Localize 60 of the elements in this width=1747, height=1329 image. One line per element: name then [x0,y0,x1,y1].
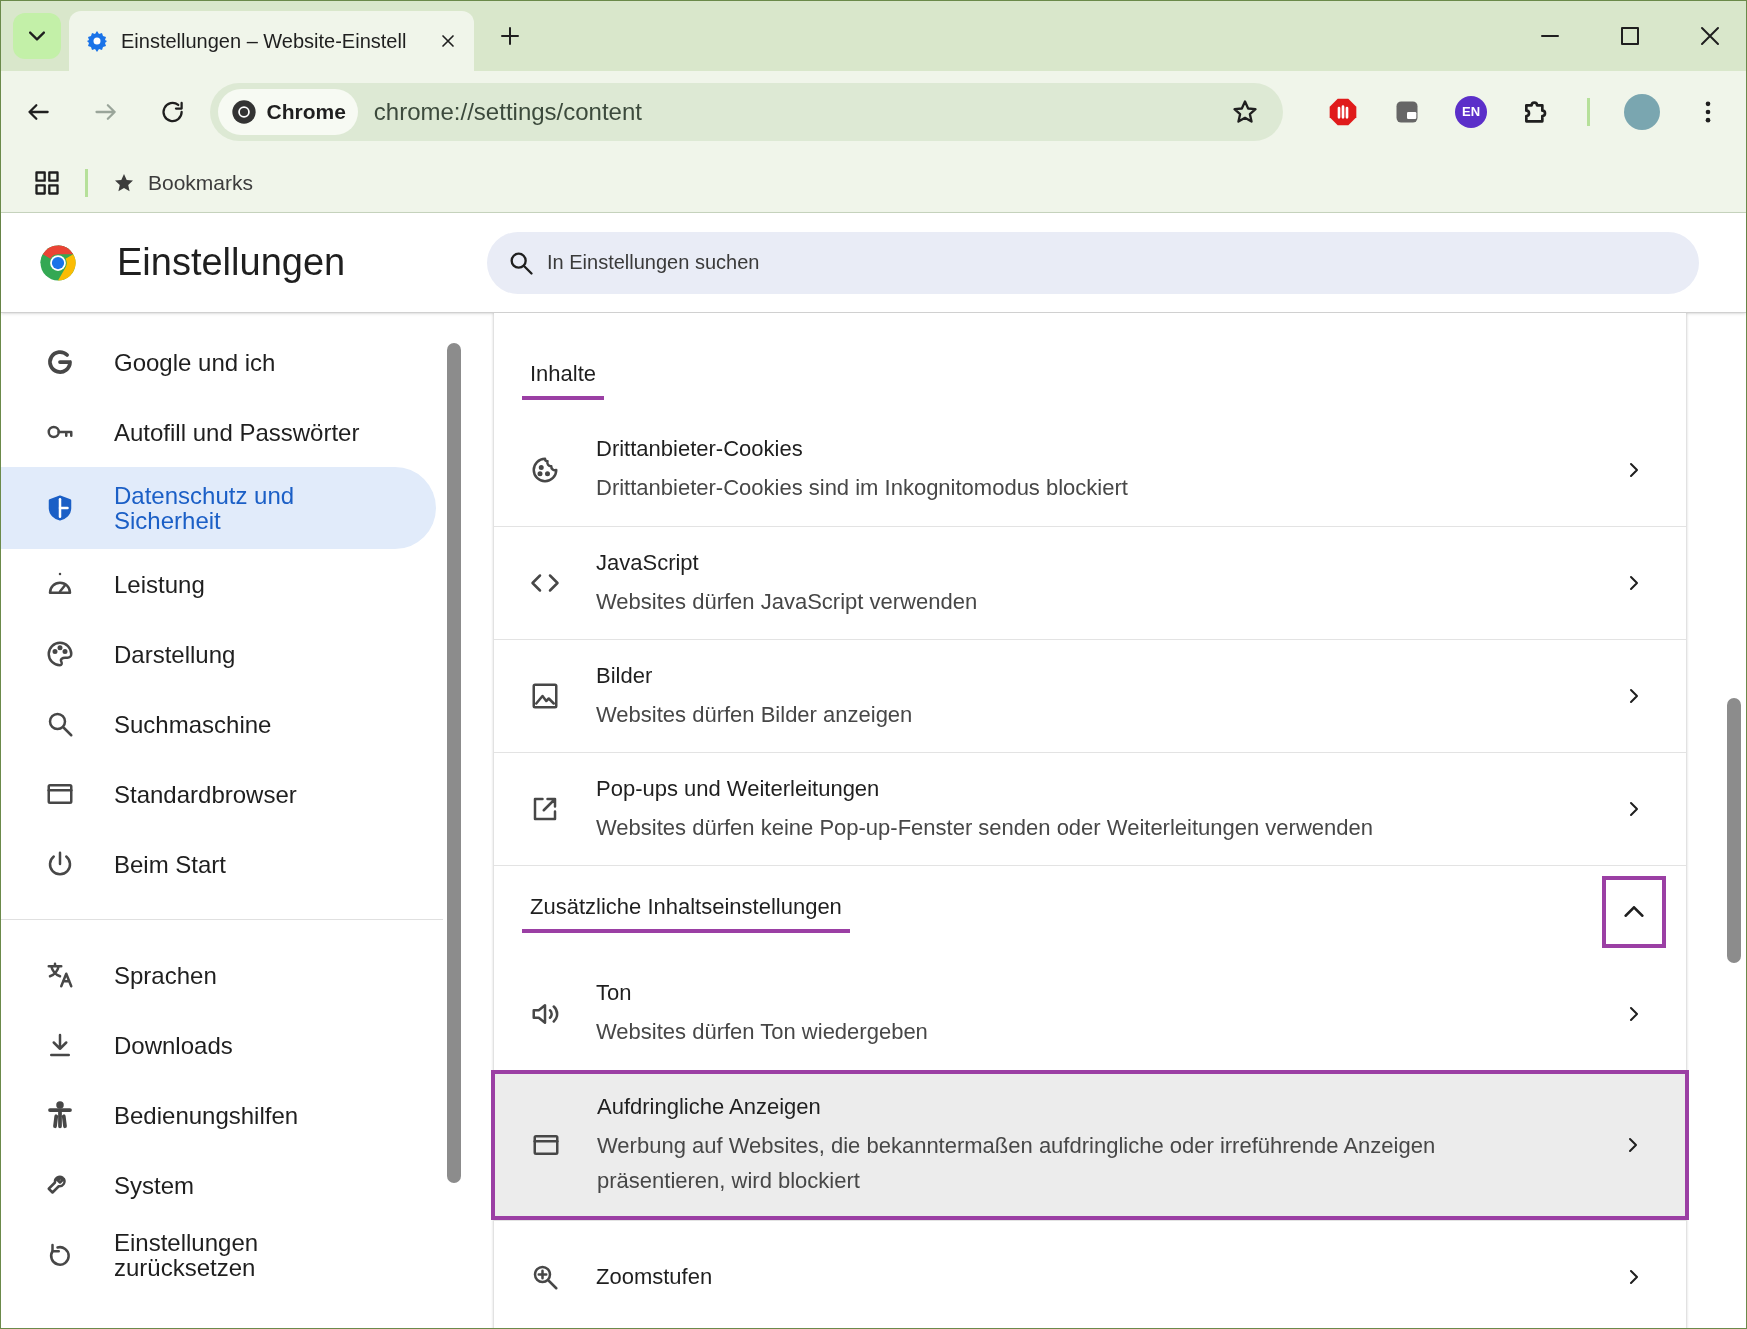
settings-row[interactable]: Zoomstufen [494,1220,1686,1328]
sidebar-item[interactable]: System [1,1150,436,1220]
sidebar-item[interactable]: Downloads [1,1010,436,1080]
setting-title: Drittanbieter-Cookies [596,435,804,463]
new-tab-icon[interactable] [498,24,522,48]
setting-description: Websites dürfen Bilder anzeigen [596,700,914,729]
section-heading: Inhalte [522,356,605,400]
collapse-button[interactable] [1602,875,1666,948]
chevron-icon [1624,906,1644,917]
settings-row[interactable]: Ton Websites dürfen Ton wiedergeben [494,957,1686,1070]
setting-title: Aufdringliche Anzeigen [597,1093,822,1121]
chrome-logo-icon [230,98,259,126]
setting-title: Pop-ups und Weiterleitungen [596,774,881,803]
sidebar-item[interactable]: Sprachen [1,940,436,1010]
setting-title: Bilder [596,661,654,690]
setting-description: Websites dürfen JavaScript verwenden [596,587,979,616]
sidebar-item[interactable]: Autofill und Passwörter [1,397,436,467]
settings-row[interactable]: Pop-ups und Weiterleitungen Websites dürfen keine Pop-up-Fenster senden oder Weiterleitungen verwenden [494,752,1686,865]
palette-icon [45,639,75,669]
language-extension-button[interactable]: EN [1455,96,1487,128]
sidebar-item[interactable]: Suchmaschine [1,689,436,759]
sidebar-item[interactable]: Datenschutz und Sicherheit [1,467,436,549]
browser-tab[interactable]: Einstellungen – Website-Einstell [69,11,474,71]
accessibility-person-icon [45,1100,75,1130]
sidebar-item[interactable]: Einstellungen zurücksetzen [1,1220,436,1290]
close-icon[interactable] [1698,24,1722,48]
sidebar-item[interactable]: Standardbrowser [1,759,436,829]
page-title: Einstellungen [117,240,347,285]
apps-grid-icon[interactable] [33,168,61,197]
settings-row[interactable]: Aufdringliche Anzeigen Werbung auf Websites, die bekanntermaßen aufdringliche oder irreführende Anzeigen präsentieren, wird blockiert [491,1070,1689,1220]
setting-title: JavaScript [596,548,700,577]
sidebar-item[interactable]: Beim Start [1,829,436,899]
translate-icon [45,960,75,990]
chrome-chip[interactable]: Chrome [218,89,358,135]
sidebar-item[interactable]: Darstellung [1,619,436,689]
setting-title: Ton [596,979,633,1007]
setting-description: Websites dürfen Ton wiedergeben [596,1018,929,1046]
bookmark-folder[interactable]: Bookmarks [112,166,254,199]
maximize-icon[interactable] [1618,24,1642,48]
settings-row[interactable]: Bilder Websites dürfen Bilder anzeigen [494,639,1686,752]
star-icon[interactable] [1231,98,1259,126]
google-g-icon [45,347,75,377]
caret-icon [29,31,45,41]
tab-search-button[interactable] [13,13,61,59]
section-heading: Zusätzliche Inhaltseinstellungen [522,890,850,933]
url-text: chrome://settings/content [373,97,643,127]
image-icon [530,681,560,711]
setting-title: Zoomstufen [596,1263,714,1291]
sidebar-item[interactable]: Google und ich [1,327,436,397]
settings-row[interactable]: JavaScript Websites dürfen JavaScript verwenden [494,526,1686,639]
sidebar-item[interactable]: Bedienungshilfen [1,1080,436,1150]
settings-row[interactable]: Drittanbieter-Cookies Drittanbieter-Cookies sind im Inkognitomodus blockiert [494,413,1686,526]
address-bar[interactable]: Chrome chrome://settings/content [210,83,1283,141]
gear-icon [85,29,109,53]
tab-title: Einstellungen – Website-Einstell [121,29,408,54]
search-field[interactable]: In Einstellungen suchen [487,231,1699,294]
setting-description: Drittanbieter-Cookies sind im Inkognitomodus blockiert [596,474,1129,502]
setting-description: Websites dürfen keine Pop-up-Fenster senden oder Weiterleitungen verwenden [596,813,1374,842]
sidebar-item[interactable]: Leistung [1,549,436,619]
setting-description: Werbung auf Websites, die bekanntermaßen aufdringliche oder irreführende Anzeigen präsentieren, wird blockiert [597,1132,1437,1195]
